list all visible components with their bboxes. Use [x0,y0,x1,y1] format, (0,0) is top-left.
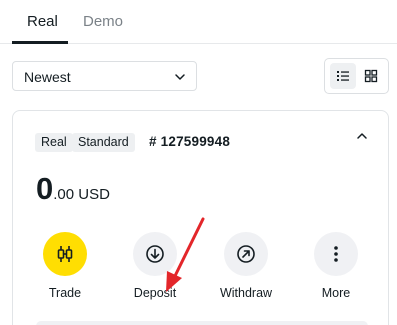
sort-selected-value: Newest [24,69,71,85]
account-number: # 127599948 [149,134,231,149]
view-toggle [324,58,389,94]
withdraw-button[interactable]: Withdraw [211,232,281,302]
balance-fraction-currency: .00 USD [53,186,110,203]
deposit-button-circle [133,232,177,276]
trade-button[interactable]: Trade [30,232,100,302]
trade-label: Trade [48,286,82,300]
deposit-label: Deposit [133,286,177,300]
trade-candles-icon [57,246,73,262]
account-type-tabs: Real Demo [0,0,397,44]
more-vertical-icon [334,246,338,262]
active-tab-indicator [12,41,68,44]
grid-view-icon [364,69,378,83]
more-label: More [321,286,351,300]
arrow-down-circle-icon [146,245,164,263]
more-button-circle [314,232,358,276]
withdraw-button-circle [224,232,268,276]
account-badge-real: Real [35,133,73,152]
list-view-button[interactable] [330,63,356,89]
list-view-icon [337,71,349,81]
tab-demo[interactable]: Demo [83,13,123,31]
withdraw-label: Withdraw [219,286,273,300]
account-badge-standard: Standard [72,133,135,152]
more-button[interactable]: More [301,232,371,302]
chevron-down-icon [175,74,185,80]
tab-real[interactable]: Real [27,13,58,31]
balance-integer: 0 [36,171,54,206]
account-balance: 0.00 USD [36,172,110,206]
sort-dropdown[interactable]: Newest [12,61,197,91]
grid-view-button[interactable] [358,63,384,89]
arrow-up-right-circle-icon [237,245,255,263]
deposit-button[interactable]: Deposit [120,232,190,302]
chevron-up-icon[interactable] [355,130,369,142]
trade-button-circle [43,232,87,276]
next-card-row [36,321,368,325]
